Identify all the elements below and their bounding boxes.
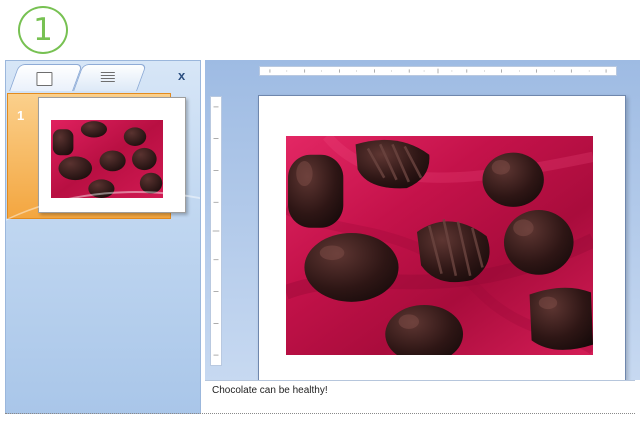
notes-text[interactable]: Chocolate can be healthy! [212,385,328,396]
tab-outline[interactable] [73,64,147,91]
vertical-ruler[interactable] [210,96,222,366]
close-pane-button[interactable]: x [178,68,185,83]
slides-outline-pane: x 1 [5,60,201,414]
horizontal-ruler[interactable] [259,66,617,76]
slide-editing-pane [205,60,640,381]
pane-tabs: x [6,61,200,91]
notes-pane[interactable]: Chocolate can be healthy! [205,380,635,413]
slide-thumbnail[interactable] [38,97,186,213]
outline-icon [100,72,115,84]
step-callout-1: 1 [18,6,68,54]
slide-canvas[interactable] [258,95,626,381]
tab-slides[interactable] [9,64,83,91]
slides-icon [36,72,53,86]
callout-divider [5,413,635,414]
slide-thumbnail-selected[interactable]: 1 [7,93,186,219]
chocolate-photo-thumbnail [51,120,163,198]
slide-number: 1 [17,108,25,123]
chocolate-photo[interactable] [286,136,593,355]
